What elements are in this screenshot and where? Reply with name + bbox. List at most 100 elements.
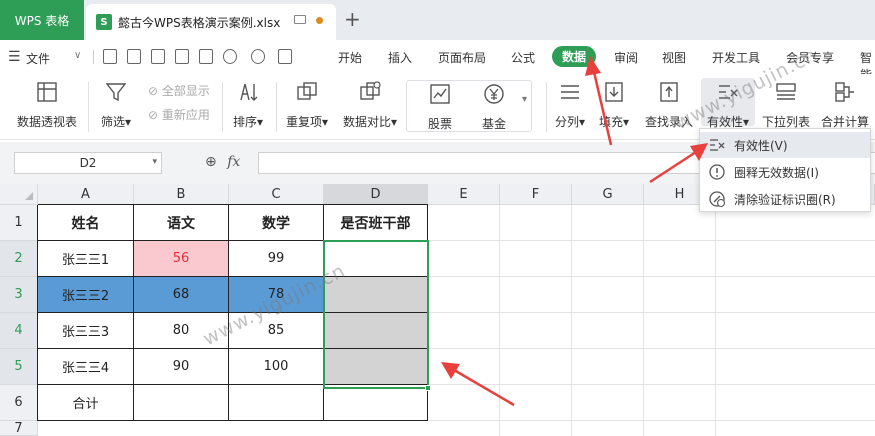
fx-icon[interactable]: fx [227, 154, 240, 170]
tab-start[interactable]: 开始 [338, 49, 362, 66]
row-header-3[interactable]: 3 [0, 277, 38, 313]
tab-member[interactable]: 会员专享 [786, 49, 834, 66]
row-header-6[interactable]: 6 [0, 385, 38, 421]
chevron-down-icon[interactable]: ∨ [74, 50, 81, 61]
menu-item-clear-circles[interactable]: 清除验证标识圈(R) [700, 186, 870, 212]
split-column-button[interactable]: 分列▾ [552, 80, 588, 130]
save-icon[interactable] [151, 49, 165, 64]
print-icon[interactable] [175, 49, 189, 64]
cell-c1[interactable]: 数学 [229, 205, 324, 241]
column-header-b[interactable]: B [134, 184, 229, 205]
show-all-button[interactable]: ⊘ 全部显示 [148, 82, 210, 99]
fund-yen-icon [484, 84, 504, 104]
cell-d3[interactable] [324, 277, 428, 313]
dropdown-list-button[interactable]: 下拉列表 [758, 80, 814, 130]
chevron-down-icon[interactable]: ▾ [152, 157, 157, 167]
divider [93, 50, 94, 64]
pivot-table-button[interactable]: 数据透视表 [14, 80, 80, 130]
cell-a5[interactable]: 张三三4 [38, 349, 134, 385]
open-folder-icon[interactable] [127, 49, 141, 64]
filter-button[interactable]: 筛选▾ [96, 80, 136, 130]
row-header-1[interactable]: 1 [0, 205, 38, 241]
row-header-5[interactable]: 5 [0, 349, 38, 385]
row-header-2[interactable]: 2 [0, 241, 38, 277]
hamburger-icon[interactable]: ☰ [8, 49, 21, 65]
menu-item-validity[interactable]: 有效性(V) [700, 132, 870, 158]
data-compare-button[interactable]: 数据对比▾ [340, 80, 400, 130]
merge-calc-icon [835, 82, 854, 102]
row-header-7[interactable]: 7 [0, 421, 38, 436]
tab-formula[interactable]: 公式 [511, 49, 535, 66]
cell-d4[interactable] [324, 313, 428, 349]
merge-calc-button[interactable]: 合并计算 [818, 80, 872, 130]
divider [88, 82, 89, 132]
zoom-search-icon[interactable]: ⊕ [205, 154, 217, 170]
column-header-f[interactable]: F [500, 184, 572, 205]
cell-d2[interactable] [324, 241, 428, 277]
fill-handle[interactable] [425, 385, 431, 391]
tab-review[interactable]: 审阅 [614, 49, 638, 66]
cell-a4[interactable]: 张三三3 [38, 313, 134, 349]
cell-a3[interactable]: 张三三2 [38, 277, 134, 313]
cell-b1[interactable]: 语文 [134, 205, 229, 241]
fund-button[interactable]: 基金 [474, 82, 514, 132]
chevron-down-icon[interactable]: ▾ [522, 94, 527, 105]
cell-c2[interactable]: 99 [229, 241, 324, 277]
stock-button[interactable]: 股票 [420, 82, 460, 132]
more-tools-icon[interactable] [278, 49, 292, 64]
redo-icon[interactable] [251, 49, 265, 64]
document-tab[interactable]: S 懿古今WPS表格演示案例.xlsx [86, 4, 336, 40]
reapply-button[interactable]: ⊘ 重新应用 [148, 106, 210, 123]
tab-page-layout[interactable]: 页面布局 [438, 49, 486, 66]
sort-button[interactable]: 排序▾ [228, 80, 268, 130]
preview-icon[interactable] [199, 49, 213, 64]
new-file-icon[interactable] [103, 49, 117, 64]
dropdown-list-icon [776, 83, 796, 100]
column-header-a[interactable]: A [38, 184, 134, 205]
column-header-g[interactable]: G [572, 184, 644, 205]
cell-a1[interactable]: 姓名 [38, 205, 134, 241]
table-border-left [37, 205, 38, 421]
cell-d5[interactable] [324, 349, 428, 385]
cell-d1[interactable]: 是否班干部 [324, 205, 428, 241]
row-header-4[interactable]: 4 [0, 313, 38, 349]
duplicates-button[interactable]: 重复项▾ [282, 80, 332, 130]
name-box[interactable]: D2 ▾ [14, 152, 162, 174]
tab-insert[interactable]: 插入 [388, 49, 412, 66]
pivot-table-icon [37, 82, 57, 102]
menu-item-circle-invalid[interactable]: 圈释无效数据(I) [700, 159, 870, 185]
column-header-d[interactable]: D [324, 184, 428, 205]
monitor-icon[interactable] [294, 15, 306, 24]
tab-developer[interactable]: 开发工具 [712, 49, 760, 66]
tab-view[interactable]: 视图 [662, 49, 686, 66]
cell-c5[interactable]: 100 [229, 349, 324, 385]
cell-a6[interactable]: 合计 [38, 385, 134, 421]
cell-a2[interactable]: 张三三1 [38, 241, 134, 277]
cell-c3[interactable]: 78 [229, 277, 324, 313]
cell-c4[interactable]: 85 [229, 313, 324, 349]
cell-d6[interactable] [324, 385, 428, 421]
cell-b2[interactable]: 56 [134, 241, 229, 277]
validity-dropdown-menu: 有效性(V) 圈释无效数据(I) 清除验证标识圈(R) [699, 128, 871, 212]
cell-c6[interactable] [229, 385, 324, 421]
sort-icon [240, 83, 258, 101]
add-tab-icon[interactable]: + [344, 8, 361, 30]
column-header-e[interactable]: E [428, 184, 500, 205]
lookup-icon [660, 82, 678, 102]
cell-b6[interactable] [134, 385, 229, 421]
cell-b3[interactable]: 68 [134, 277, 229, 313]
validity-icon [719, 85, 738, 99]
fill-button[interactable]: 填充▾ [596, 80, 632, 130]
select-all-corner[interactable] [0, 184, 38, 205]
tab-data[interactable]: 数据 [552, 46, 597, 67]
cell-b4[interactable]: 80 [134, 313, 229, 349]
menu-bar: ☰ 文件 ∨ 开始 插入 页面布局 公式 数据 审阅 视图 开发工具 会员专享 … [0, 40, 875, 82]
validity-button[interactable]: 有效性▾ [702, 80, 754, 130]
lookup-entry-button[interactable]: 查找录入 [642, 80, 696, 130]
menu-file[interactable]: 文件 [26, 50, 50, 67]
undo-icon[interactable] [223, 49, 237, 64]
empty-grid-lines [428, 205, 875, 436]
app-tab[interactable]: WPS 表格 [0, 0, 84, 40]
column-header-c[interactable]: C [229, 184, 324, 205]
cell-b5[interactable]: 90 [134, 349, 229, 385]
